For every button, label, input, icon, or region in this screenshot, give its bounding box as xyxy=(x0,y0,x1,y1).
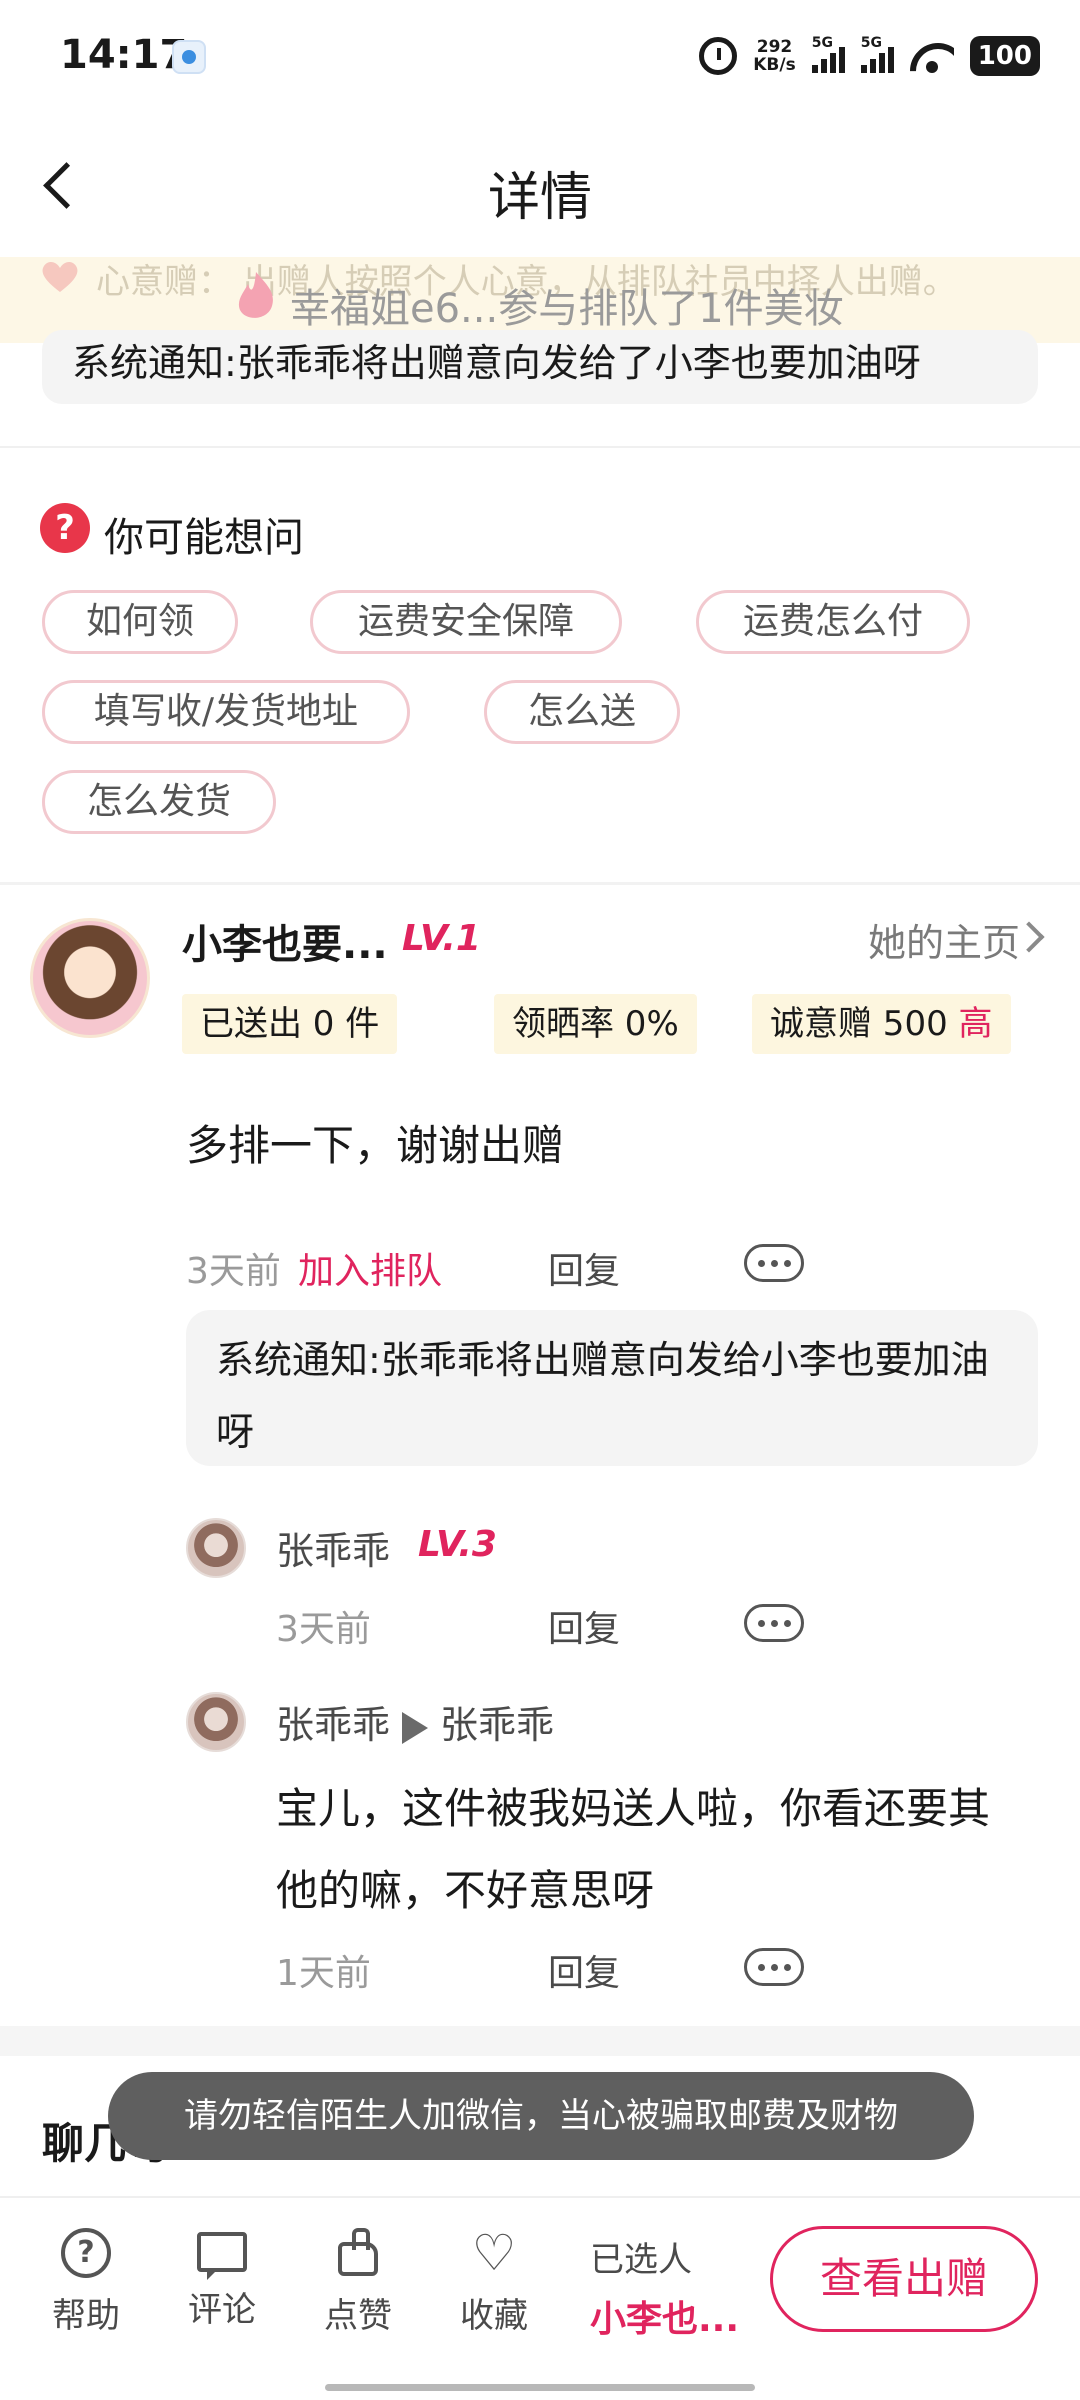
safety-toast: 请勿轻信陌生人加微信，当心被骗取邮费及财物 xyxy=(108,2072,974,2160)
app-notification-icon xyxy=(172,40,206,74)
faq-chip-address[interactable]: 填写收/发货地址 xyxy=(42,680,410,744)
help-icon: ? xyxy=(61,2228,111,2278)
flame-icon xyxy=(238,272,273,318)
user-avatar[interactable] xyxy=(30,918,150,1038)
reply-button[interactable]: 回复 xyxy=(548,1944,620,1996)
user-name[interactable]: 小李也要... xyxy=(182,912,388,970)
signal-icon-2: 5G xyxy=(860,35,894,73)
status-icons: 292 KB/s 5G 5G 100 xyxy=(699,34,1040,78)
system-notice: 系统通知:张乖乖将出赠意向发给小李也要加油呀 xyxy=(186,1310,1038,1466)
her-homepage-link[interactable]: 她的主页 xyxy=(868,912,1020,967)
section-gap xyxy=(0,2026,1080,2056)
help-button[interactable]: ? 帮助 xyxy=(36,2228,136,2337)
status-time: 14:17 xyxy=(60,32,188,78)
signal-label-2: 5G xyxy=(860,35,882,51)
net-speed-value: 292 xyxy=(756,37,793,57)
reply-body: 宝儿，这件被我妈送人啦，你看还要其他的嘛，不好意思呀 xyxy=(276,1784,991,1915)
stat-sincere-label: 诚意赠 500 xyxy=(770,1004,959,1044)
stat-sent: 已送出 0 件 xyxy=(182,994,398,1054)
reply-to-arrow-icon xyxy=(402,1711,429,1744)
like-label: 点赞 xyxy=(324,2296,392,2336)
queue-ticker: 幸福姐e6...参与排队了1件美妆 xyxy=(290,286,844,332)
comment-time: 3天前 xyxy=(186,1251,281,1292)
reply-avatar[interactable] xyxy=(186,1518,246,1578)
reply-avatar[interactable] xyxy=(186,1692,246,1752)
reply-author-name[interactable]: 张乖乖 xyxy=(276,1703,390,1747)
heart-icon xyxy=(42,262,78,292)
faq-chip-shipping-payment[interactable]: 运费怎么付 xyxy=(696,590,970,654)
divider xyxy=(0,446,1080,448)
reply-button[interactable]: 回复 xyxy=(548,1242,620,1294)
favorite-label: 收藏 xyxy=(460,2296,528,2336)
reply-target-name[interactable]: 张乖乖 xyxy=(440,1703,554,1747)
system-notice-top: 系统通知:张乖乖将出赠意向发给了小李也要加油呀 xyxy=(42,330,1038,404)
comment-text: 多排一下，谢谢出赠 xyxy=(186,1121,565,1170)
section-separator xyxy=(0,882,1080,885)
selected-person-name[interactable]: 小李也... xyxy=(590,2290,739,2342)
faq-chip-how-to-ship[interactable]: 怎么发货 xyxy=(42,770,276,834)
thumbs-up-icon xyxy=(333,2228,383,2278)
reply-author-name[interactable]: 张乖乖 xyxy=(276,1520,390,1575)
more-options-icon[interactable] xyxy=(744,1948,804,1986)
stat-sincere-high: 高 xyxy=(958,1004,993,1044)
stat-sincere-gift: 诚意赠 500 高 xyxy=(752,994,1011,1054)
selected-person-label: 已选人 xyxy=(590,2240,692,2280)
signal-label-1: 5G xyxy=(811,35,833,51)
reply-time: 3天前 xyxy=(276,1609,371,1650)
reply-thread: 张乖乖 张乖乖 xyxy=(276,1694,554,1749)
reply-level-badge: LV.3 xyxy=(418,1524,497,1565)
reply-button[interactable]: 回复 xyxy=(548,1600,620,1652)
heart-outline-icon: ♡ xyxy=(471,2224,517,2282)
stat-share-rate: 领晒率 0% xyxy=(494,994,697,1054)
user-level-badge: LV.1 xyxy=(402,918,481,959)
faq-chip-how-to-send[interactable]: 怎么送 xyxy=(484,680,680,744)
reply-time: 1天前 xyxy=(276,1953,371,1994)
faq-title: 你可能想问 xyxy=(104,515,304,561)
more-options-icon[interactable] xyxy=(744,1604,804,1642)
view-gift-button[interactable]: 查看出赠 xyxy=(770,2226,1038,2332)
home-indicator[interactable] xyxy=(325,2384,755,2391)
question-icon: ? xyxy=(40,503,90,553)
faq-chip-shipping-safety[interactable]: 运费安全保障 xyxy=(310,590,622,654)
faq-chip-how-to-claim[interactable]: 如何领 xyxy=(42,590,238,654)
net-speed-unit: KB/s xyxy=(753,55,796,75)
battery-icon: 100 xyxy=(969,36,1040,76)
signal-icon-1: 5G xyxy=(811,35,845,73)
join-queue-tag: 加入排队 xyxy=(298,1251,443,1292)
more-options-icon[interactable] xyxy=(744,1244,804,1282)
comment-button[interactable]: 评论 xyxy=(172,2228,272,2331)
comment-label: 评论 xyxy=(188,2290,256,2330)
alarm-icon xyxy=(699,37,738,75)
net-speed: 292 KB/s xyxy=(753,38,795,74)
like-button[interactable]: 点赞 xyxy=(308,2228,408,2337)
favorite-button[interactable]: ♡ 收藏 xyxy=(444,2228,544,2337)
wifi-icon xyxy=(910,39,954,73)
comment-icon xyxy=(197,2232,247,2280)
page-title: 详情 xyxy=(487,168,592,228)
help-label: 帮助 xyxy=(52,2296,120,2336)
